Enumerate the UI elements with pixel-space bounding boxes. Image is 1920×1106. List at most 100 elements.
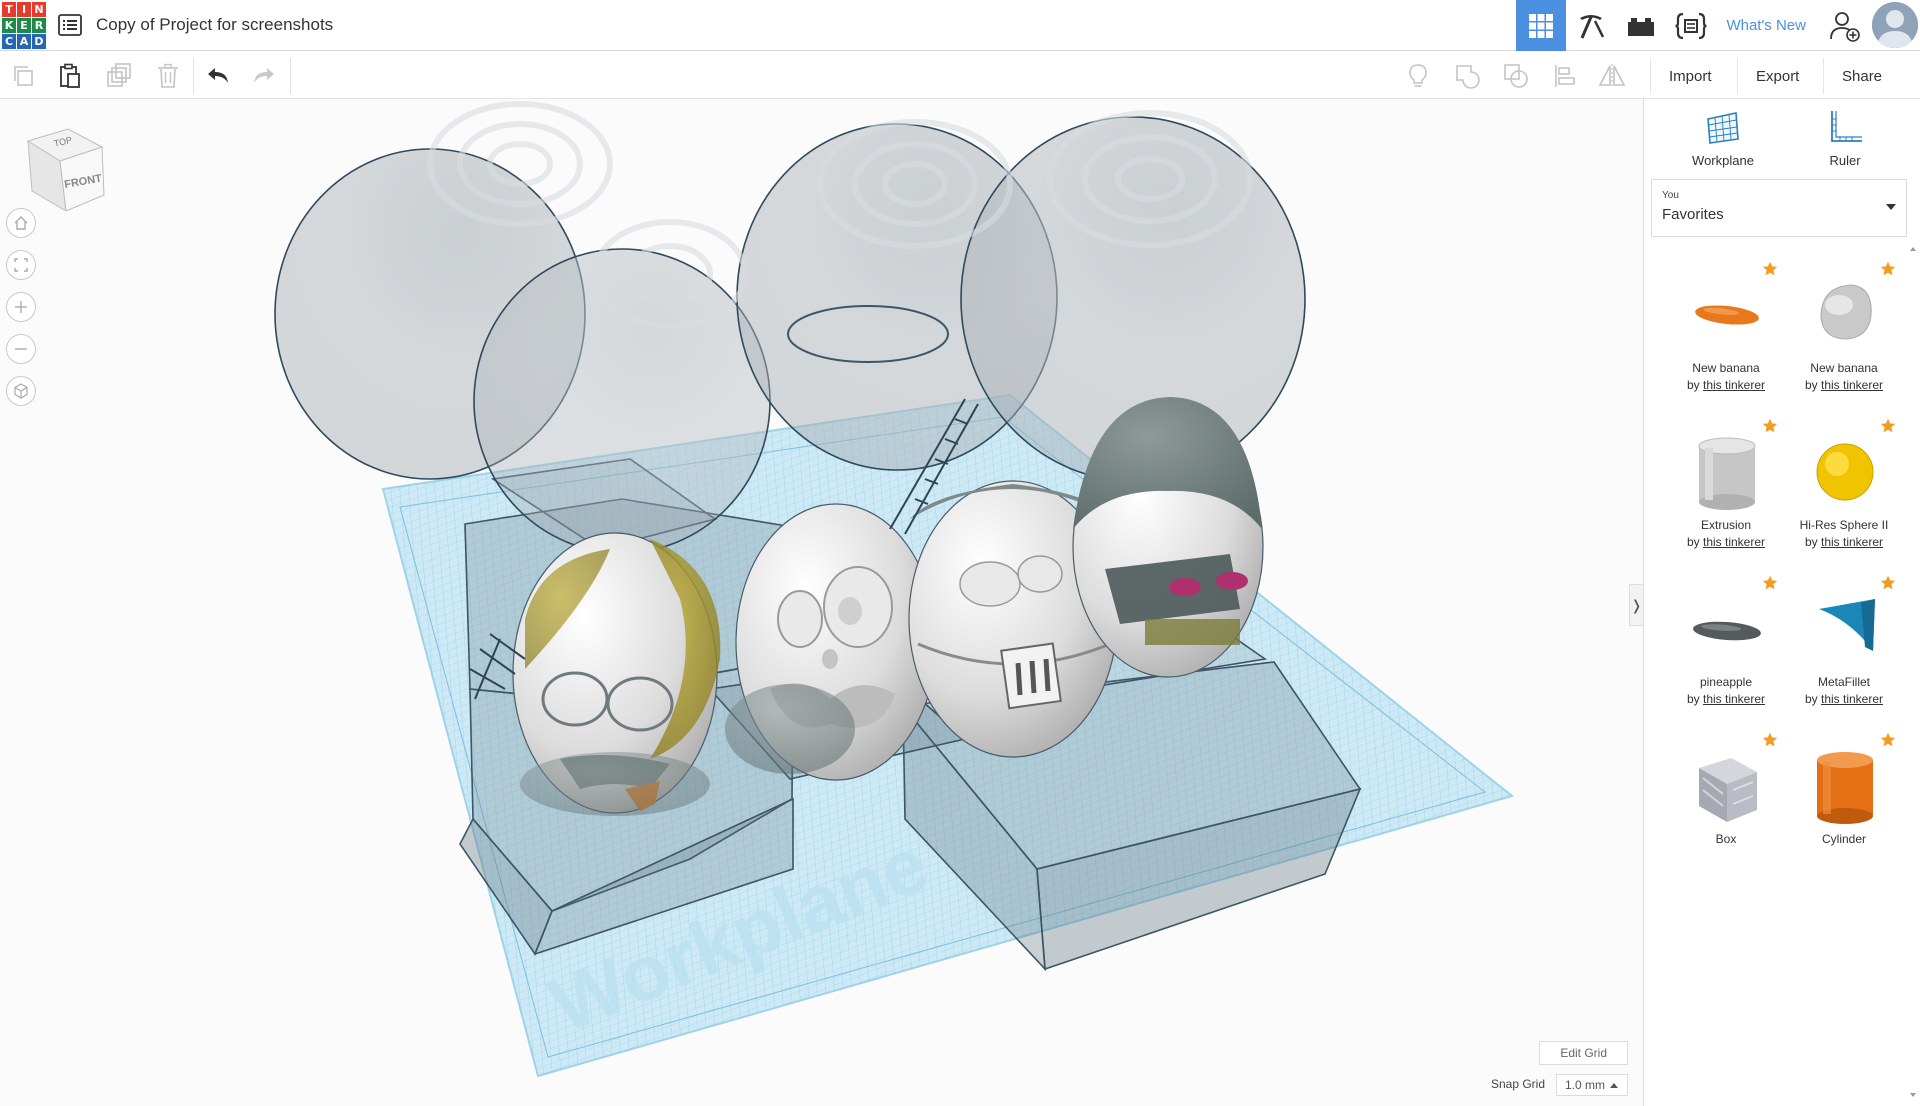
favorite-star-icon[interactable]: [1880, 575, 1896, 596]
shape-tile[interactable]: Hi-Res Sphere II by this tinkerer: [1785, 414, 1903, 564]
shape-thumbnail[interactable]: [1809, 424, 1881, 518]
shape-author: by this tinkerer: [1785, 535, 1903, 549]
group-icon: [1456, 65, 1480, 89]
logo-letter: R: [32, 18, 46, 33]
shape-thumbnail[interactable]: [1691, 738, 1763, 832]
shape-name: pineapple: [1699, 675, 1753, 689]
3d-viewport[interactable]: Workplane TOP FRONT ❭ Edit Grid Snap Gri…: [0, 99, 1643, 1106]
by-prefix: by: [1686, 378, 1700, 392]
undo-icon: [208, 68, 228, 83]
notes-button[interactable]: [1404, 62, 1432, 90]
panel-collapse-toggle[interactable]: ❭: [1629, 584, 1643, 626]
undo-button[interactable]: [204, 62, 232, 90]
mirror-button[interactable]: [1598, 62, 1626, 90]
perspective-cube-icon: [14, 383, 28, 399]
favorite-star-icon[interactable]: [1762, 261, 1778, 282]
document-title[interactable]: Copy of Project for screenshots: [96, 15, 333, 35]
bricks-icon: [1628, 17, 1655, 36]
favorite-star-icon[interactable]: [1762, 732, 1778, 753]
paste-icon: [60, 63, 80, 88]
delete-button[interactable]: [154, 62, 182, 90]
author-link[interactable]: this tinkerer: [1703, 692, 1765, 706]
egg-left-glasses[interactable]: [512, 532, 721, 816]
shape-thumbnail[interactable]: [1809, 267, 1881, 361]
perspective-toggle-button[interactable]: [6, 376, 36, 406]
by-prefix: by: [1686, 692, 1700, 706]
shape-tile[interactable]: pineapple by this tinkerer: [1667, 571, 1785, 721]
view-cube[interactable]: TOP FRONT: [24, 119, 108, 212]
share-button[interactable]: Share: [1823, 58, 1900, 94]
workplane-tool[interactable]: Workplane: [1678, 109, 1768, 168]
shape-thumbnail[interactable]: [1691, 424, 1763, 518]
ruler-icon: [1831, 111, 1862, 142]
shape-thumbnail[interactable]: [1691, 267, 1763, 361]
duplicate-button[interactable]: [105, 62, 133, 90]
paste-button[interactable]: [56, 62, 84, 90]
home-icon: [14, 216, 28, 230]
ungroup-button[interactable]: [1502, 62, 1530, 90]
3d-design-button[interactable]: [1516, 0, 1567, 51]
shape-tile[interactable]: Extrusion by this tinkerer: [1667, 414, 1785, 564]
whats-new-link[interactable]: What's New: [1716, 0, 1822, 51]
shape-tile[interactable]: Cylinder: [1785, 728, 1903, 878]
logo-letter: A: [17, 34, 31, 49]
shape-library-dropdown[interactable]: You Favorites: [1651, 179, 1907, 237]
snap-grid-select[interactable]: 1.0 mm: [1556, 1074, 1628, 1096]
shape-tile[interactable]: MetaFillet by this tinkerer: [1785, 571, 1903, 721]
align-button[interactable]: [1551, 62, 1579, 90]
panel-scrollbar[interactable]: [1910, 247, 1916, 1097]
bricks-mode-button[interactable]: [1616, 0, 1666, 51]
logo-letter: D: [32, 34, 46, 49]
tinkercad-logo[interactable]: TIN KER CAD: [2, 2, 46, 49]
shape-thumbnail[interactable]: [1809, 738, 1881, 832]
favorite-star-icon[interactable]: [1880, 418, 1896, 439]
favorite-star-icon[interactable]: [1880, 261, 1896, 282]
zoom-out-button[interactable]: [6, 334, 36, 364]
minecraft-mode-button[interactable]: [1566, 0, 1616, 51]
shape-tile[interactable]: New banana by this tinkerer: [1667, 257, 1785, 407]
ruler-tool[interactable]: Ruler: [1800, 109, 1890, 168]
shape-name: Hi-Res Sphere II: [1799, 518, 1889, 532]
edit-grid-button[interactable]: Edit Grid: [1539, 1041, 1628, 1065]
workplane-tool-label: Workplane: [1692, 153, 1754, 168]
shape-thumbnail[interactable]: [1691, 581, 1763, 675]
import-button[interactable]: Import: [1650, 58, 1730, 94]
3d-design-grid-icon: [1529, 13, 1554, 38]
fit-view-button[interactable]: [6, 250, 36, 280]
shape-author: by this tinkerer: [1785, 378, 1903, 392]
redo-button[interactable]: [250, 62, 278, 90]
favorite-star-icon[interactable]: [1762, 418, 1778, 439]
favorite-star-icon[interactable]: [1762, 575, 1778, 596]
caret-down-icon: [1886, 204, 1896, 210]
codeblocks-button[interactable]: [1666, 0, 1716, 51]
author-link[interactable]: this tinkerer: [1703, 535, 1765, 549]
shape-tile[interactable]: Box: [1667, 728, 1785, 878]
author-link[interactable]: this tinkerer: [1821, 378, 1883, 392]
logo-letter: E: [17, 18, 31, 33]
author-link[interactable]: this tinkerer: [1821, 692, 1883, 706]
shape-thumbnail[interactable]: [1809, 581, 1881, 675]
ungroup-icon: [1504, 64, 1528, 88]
shape-name: New banana: [1692, 361, 1760, 375]
ruler-tool-label: Ruler: [1829, 153, 1861, 168]
author-link[interactable]: this tinkerer: [1821, 535, 1883, 549]
copy-button[interactable]: [9, 62, 37, 90]
trash-icon: [158, 63, 178, 88]
favorite-star-icon[interactable]: [1880, 732, 1896, 753]
home-view-button[interactable]: [6, 208, 36, 238]
shape-name: Cylinder: [1821, 832, 1866, 846]
shape-tile[interactable]: New banana by this tinkerer: [1785, 257, 1903, 407]
export-button[interactable]: Export: [1737, 58, 1817, 94]
logo-letter: N: [32, 2, 46, 17]
group-button[interactable]: [1453, 62, 1481, 90]
author-link[interactable]: this tinkerer: [1703, 378, 1765, 392]
logo-letter: T: [2, 2, 16, 17]
user-avatar[interactable]: [1872, 2, 1918, 48]
scene-canvas[interactable]: Workplane: [0, 99, 1643, 1106]
mirror-icon: [1598, 64, 1626, 88]
zoom-in-button[interactable]: [6, 292, 36, 322]
egg-helmet-right[interactable]: [1072, 397, 1264, 678]
add-user-icon: [1830, 11, 1860, 42]
project-menu-icon[interactable]: [58, 14, 82, 36]
add-user-button[interactable]: [1822, 0, 1868, 51]
